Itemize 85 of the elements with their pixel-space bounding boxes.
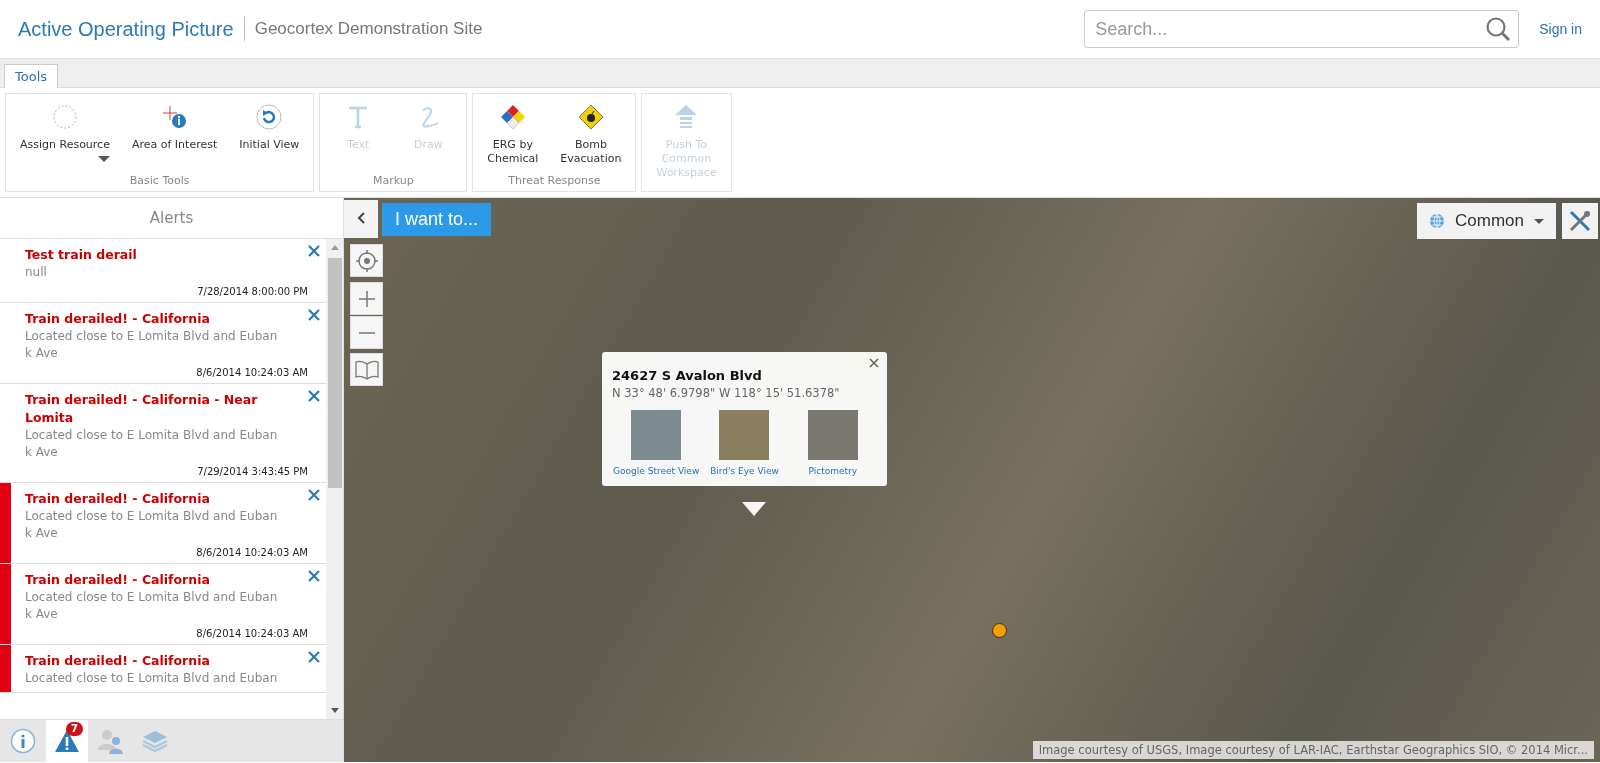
alert-title[interactable]: Train derailed! - California - Near Lomita — [25, 391, 295, 427]
bomb-sign-icon — [577, 104, 604, 130]
toolbar-button[interactable]: Initial View — [231, 98, 308, 174]
view-link[interactable]: Pictometry — [808, 466, 858, 476]
crosshair-icon — [354, 248, 379, 273]
panel-tab[interactable]: 7 — [46, 720, 88, 762]
alert-time: 7/28/2014 8:00:00 PM — [197, 286, 308, 297]
info-icon — [10, 728, 36, 754]
toolbar-button[interactable]: Assign Resource — [12, 98, 118, 174]
close-button[interactable] — [308, 309, 320, 321]
dashed-circle-icon — [51, 104, 78, 130]
scrollbar[interactable] — [326, 239, 343, 719]
plus-icon — [357, 289, 376, 308]
search-field[interactable]: Search... — [1084, 10, 1520, 48]
layers-icon — [141, 729, 169, 753]
site-name: Geocortex Demonstration Site — [254, 19, 484, 39]
close-icon — [308, 489, 320, 501]
minus-icon — [357, 330, 376, 335]
close-button[interactable] — [308, 651, 320, 663]
panel-title: Alerts — [149, 209, 194, 227]
alert-description: Located close to E Lomita Blvd and Euban — [25, 670, 279, 687]
book-icon — [354, 359, 379, 380]
group-title: Markup — [371, 174, 415, 187]
basemap-dropdown[interactable]: Common — [1417, 203, 1556, 239]
alert-time: 8/6/2014 10:24:03 AM — [196, 367, 308, 378]
close-icon — [308, 651, 320, 663]
search-icon[interactable] — [1485, 16, 1512, 42]
close-button[interactable] — [308, 570, 320, 582]
alert-time: 8/6/2014 10:24:03 AM — [196, 547, 308, 558]
popup-pointer — [742, 502, 766, 516]
close-button[interactable] — [308, 245, 320, 257]
crosshair-info-icon — [161, 104, 188, 130]
location-marker[interactable] — [992, 623, 1007, 638]
map-attribution: Image courtesy of USGS, Image courtesy of LAR-IAC, Earthstar Geographics SIO, © 2014 Micr... — [1032, 741, 1594, 759]
alert-title[interactable]: Train derailed! - California — [25, 490, 210, 508]
coordinates-text: N 33° 48' 6.9798" W 118° 15' 51.6378" — [612, 386, 841, 400]
locate-button[interactable] — [350, 244, 383, 277]
sign-in-link[interactable]: Sign in — [1539, 21, 1582, 37]
alert-title[interactable]: Train derailed! - California — [25, 652, 210, 670]
alert-title[interactable]: Train derailed! - California — [25, 310, 210, 328]
close-button[interactable] — [308, 489, 320, 501]
ribbon-tab[interactable]: Tools — [4, 64, 59, 88]
alert-item[interactable]: Train derailed! - California Located close to E Lomita Blvd and Euban k Ave 8/6/2014 10:24:03 AM — [0, 564, 326, 645]
alert-description: Located close to E Lomita Blvd and Euban k Ave — [25, 328, 279, 362]
close-button[interactable] — [308, 390, 320, 402]
group-title: Threat Response — [507, 174, 602, 187]
popup-title: 24627 S Avalon Blvd — [612, 368, 763, 383]
satellite-map[interactable] — [344, 198, 1600, 762]
alert-description: Located close to E Lomita Blvd and Euban k Ave — [25, 589, 279, 623]
close-icon — [308, 570, 320, 582]
zoom-out-button[interactable] — [350, 316, 383, 349]
tools-button[interactable] — [1562, 203, 1598, 239]
bookmarks-button[interactable] — [350, 353, 383, 386]
close-icon — [869, 358, 879, 368]
close-icon — [308, 390, 320, 402]
alert-item[interactable]: Train derailed! - California Located close to E Lomita Blvd and Euban k Ave 8/6/2014 10:24:03 AM — [0, 483, 326, 564]
alert-time: 7/29/2014 3:43:45 PM — [197, 466, 308, 477]
alert-time: 8/6/2014 10:24:03 AM — [196, 628, 308, 639]
alert-title[interactable]: Train derailed! - California — [25, 571, 210, 589]
hazard-diamond-icon — [499, 104, 526, 130]
people-icon — [97, 728, 125, 754]
close-button[interactable] — [869, 358, 879, 368]
close-icon — [308, 309, 320, 321]
caret-icon — [97, 156, 110, 162]
count-badge: 7 — [66, 722, 83, 736]
alert-description: Located close to E Lomita Blvd and Euban k Ave — [25, 508, 279, 542]
alert-title[interactable]: Test train derail — [25, 246, 137, 264]
group-title: Basic Tools — [128, 174, 191, 187]
i-want-to-button[interactable]: I want to... — [382, 203, 492, 236]
chevron-left-icon — [357, 212, 365, 224]
alert-item[interactable]: Train derailed! - California Located close to E Lomita Blvd and Euban — [0, 645, 326, 693]
zoom-in-button[interactable] — [350, 282, 383, 315]
view-link[interactable]: Bird's Eye View — [710, 466, 779, 476]
wrench-screwdriver-icon — [1568, 209, 1592, 233]
collapse-button[interactable] — [344, 200, 378, 238]
app-title: Active Operating Picture — [18, 17, 234, 41]
toolbar-button[interactable]: Area of Interest — [123, 98, 226, 174]
toolbar-button[interactable]: Bomb Evacuation — [552, 98, 630, 174]
alert-description: Located close to E Lomita Blvd and Euban k Ave — [25, 427, 279, 461]
view-link[interactable]: Google Street View — [613, 466, 700, 476]
globe-icon — [1429, 213, 1446, 229]
refresh-icon — [256, 104, 283, 130]
toolbar-button[interactable]: ERG by Chemical — [479, 98, 547, 174]
alert-description: null — [25, 264, 48, 281]
close-icon — [308, 245, 320, 257]
